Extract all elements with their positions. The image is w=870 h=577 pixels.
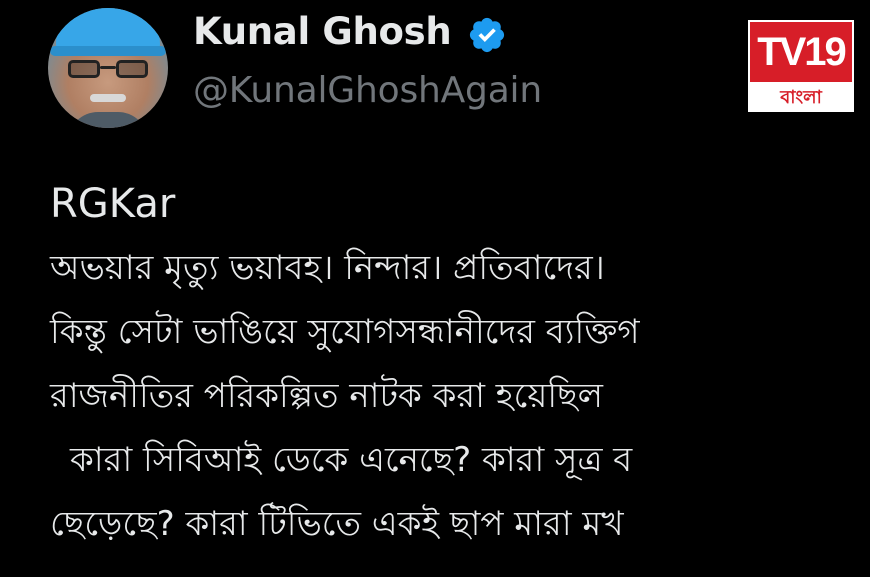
mustache (90, 94, 126, 102)
display-name[interactable]: Kunal Ghosh (193, 10, 452, 53)
user-handle[interactable]: @KunalGhoshAgain (193, 70, 542, 111)
tweet-line-4: রাজনীতির পরিকল্পিত নাটক করা হয়েছিল (50, 376, 604, 416)
avatar[interactable] (48, 8, 168, 128)
cap-brim (50, 46, 166, 56)
tweet-text: RGKar অভয়ার মৃত্যু ভয়াবহ। নিন্দার। প্র… (50, 172, 870, 556)
tweet-line-1: RGKar (50, 181, 176, 227)
logo-main-text: TV19 (750, 22, 852, 82)
verified-badge-icon (469, 17, 505, 53)
glasses (68, 60, 148, 78)
shirt (68, 112, 148, 128)
logo-sub-text: বাংলা (780, 87, 822, 108)
channel-logo: TV19 বাংলা (748, 20, 854, 112)
tweet-line-3: কিন্তু সেটা ভাঙিয়ে সুযোগসন্ধানীদের ব্যক… (50, 312, 640, 352)
tweet-line-2: অভয়ার মৃত্যু ভয়াবহ। নিন্দার। প্রতিবাদে… (50, 248, 605, 288)
tweet-line-6: ছেড়েছে? কারা টিভিতে একই ছাপ মারা মখ (50, 504, 624, 544)
tweet-line-5: কারা সিবিআই ডেকে এনেছে? কারা সূত্র ব (70, 440, 633, 480)
